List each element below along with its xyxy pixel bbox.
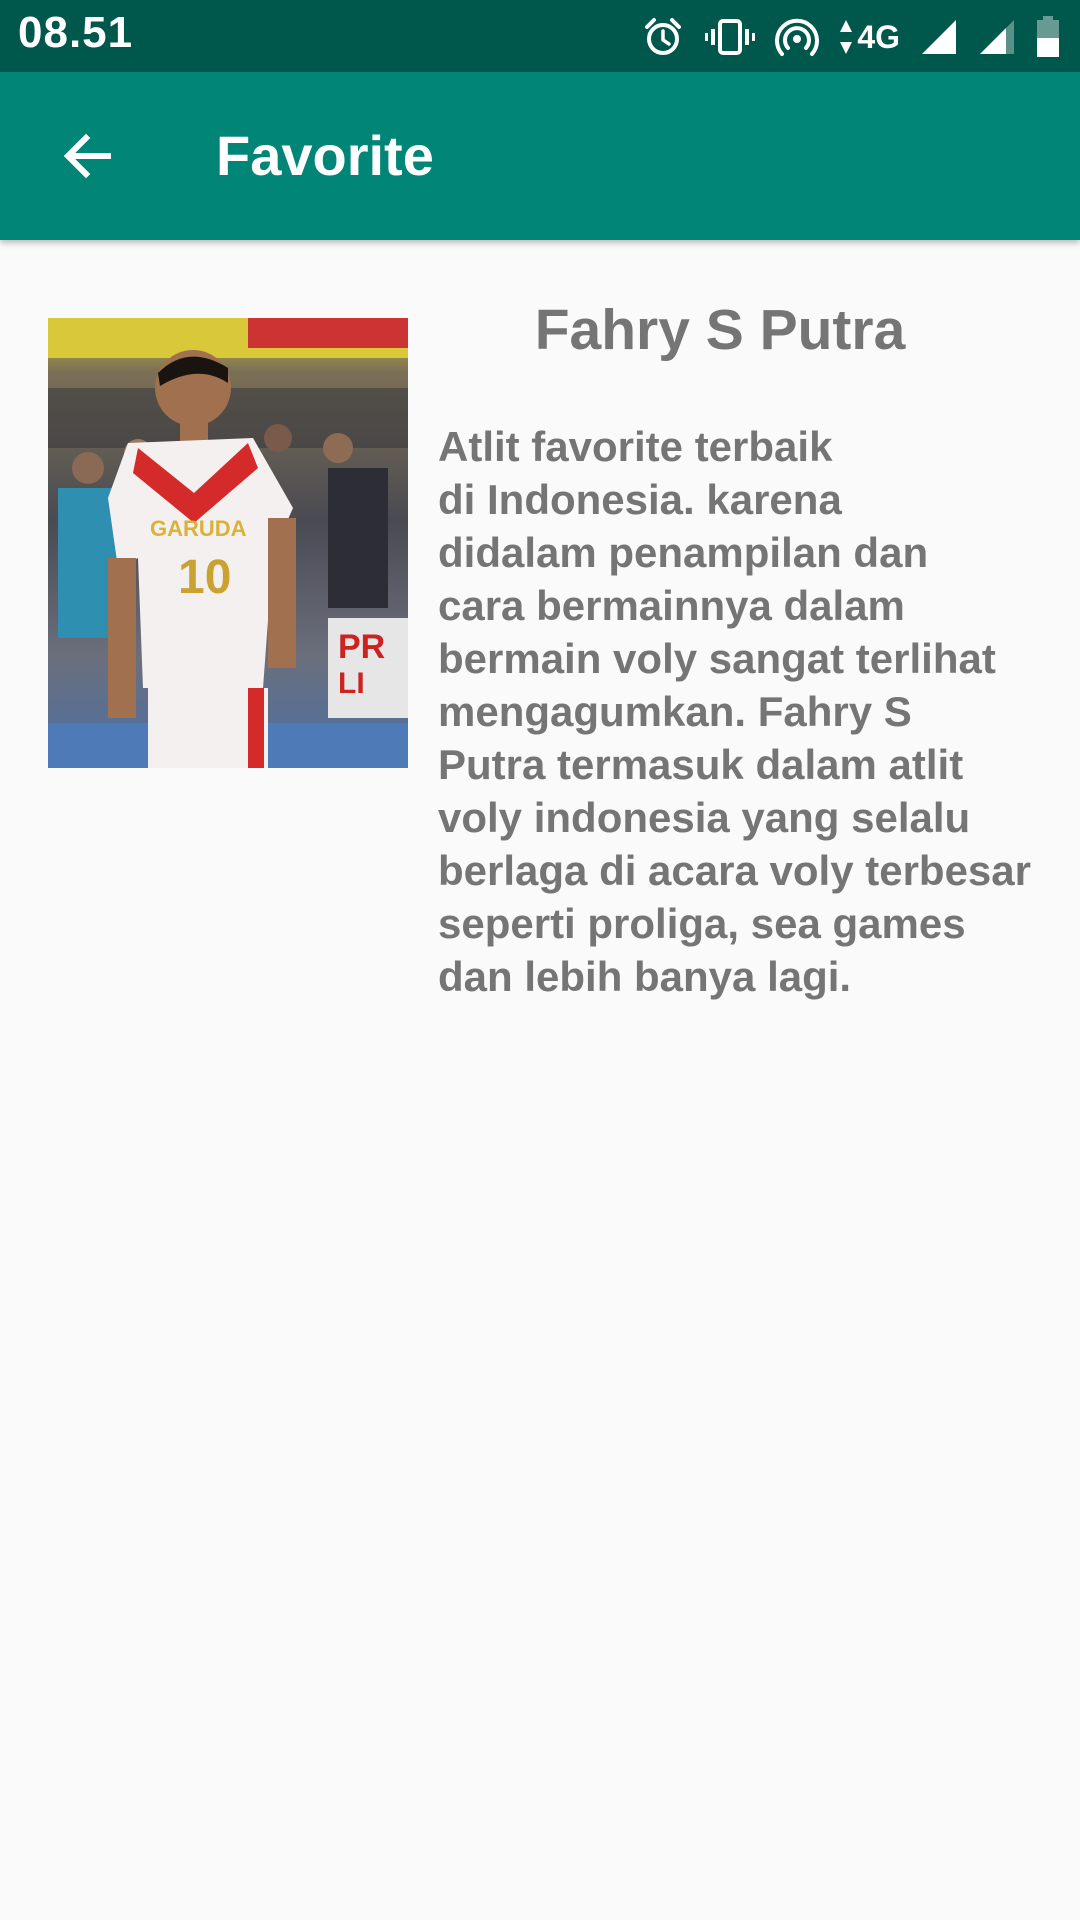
signal-icon	[978, 18, 1016, 56]
back-button[interactable]	[40, 108, 136, 204]
signal-icon	[920, 18, 958, 56]
arrow-back-icon	[63, 133, 111, 179]
svg-text:LI: LI	[338, 667, 365, 700]
hotspot-icon	[775, 15, 820, 59]
status-bar: 08.51 4G	[0, 0, 1080, 72]
mobile-data: 4G	[839, 18, 900, 56]
app-bar: Favorite	[0, 72, 1080, 240]
data-arrows-icon	[840, 20, 853, 54]
vibrate-icon	[705, 15, 756, 59]
svg-text:PR: PR	[338, 628, 385, 666]
battery-icon	[1036, 16, 1060, 58]
status-time: 08.51	[18, 8, 134, 57]
athlete-name: Fahry S Putra	[534, 298, 906, 362]
page-title: Favorite	[216, 124, 434, 187]
status-icons: 4G	[641, 12, 1060, 62]
alarm-icon	[641, 15, 685, 59]
athlete-description: Atlit favorite terbaik di Indonesia. kar…	[438, 423, 1031, 1000]
jersey-number: 10	[178, 551, 231, 604]
athlete-photo: PR LI GARUDA 10	[48, 318, 408, 768]
jersey-text: GARUDA	[150, 516, 247, 541]
network-type-label: 4G	[857, 18, 900, 55]
